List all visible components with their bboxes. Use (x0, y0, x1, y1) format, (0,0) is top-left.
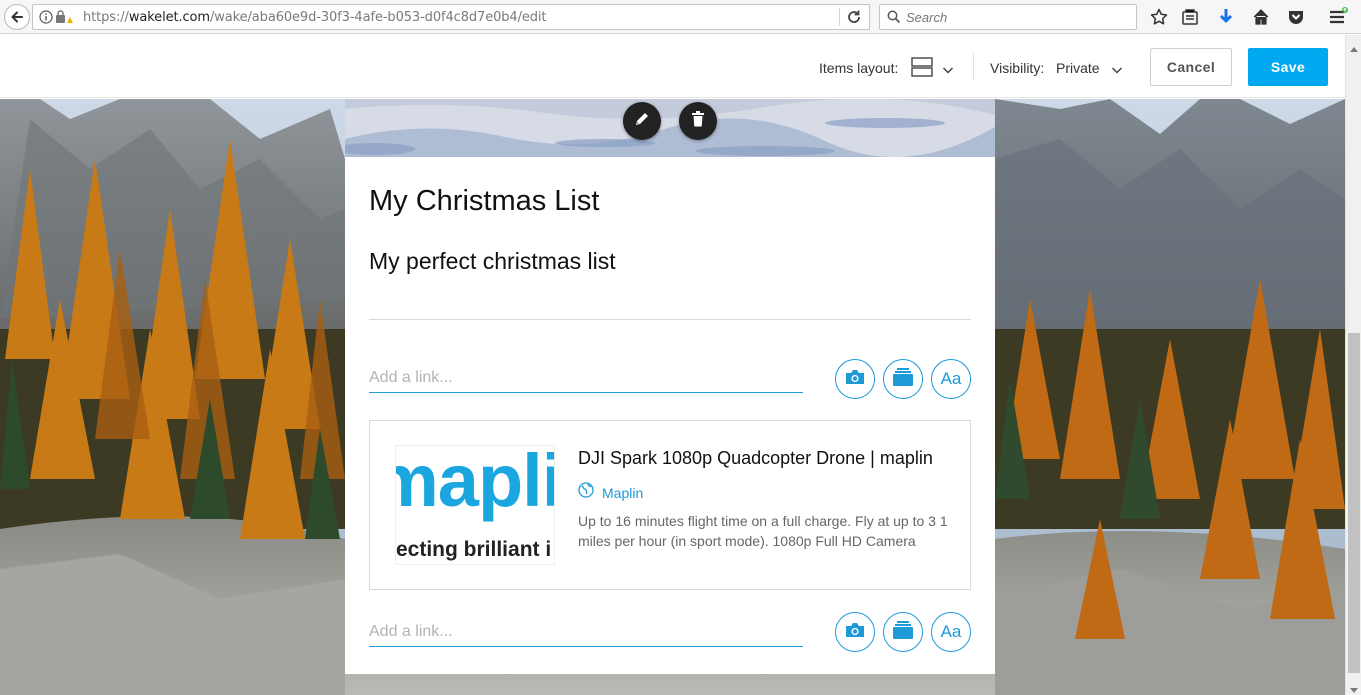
globe-icon (578, 482, 594, 503)
add-text-button[interactable]: Aa (931, 359, 971, 399)
url-bar[interactable]: https://wakelet.com/wake/aba60e9d-30f3-4… (32, 4, 870, 30)
wake-cover-image (345, 99, 995, 157)
item-description: Up to 16 minutes flight time on a full c… (578, 513, 948, 549)
reading-list-icon[interactable] (1180, 7, 1200, 27)
item-source[interactable]: Maplin (578, 482, 643, 503)
stack-icon (893, 620, 913, 644)
camera-icon (845, 622, 865, 643)
wake-card: My Christmas List My perfect christmas l… (345, 157, 995, 674)
reload-icon[interactable] (846, 9, 862, 30)
url-domain: wakelet.com (128, 10, 210, 25)
add-collection-button[interactable] (883, 612, 923, 652)
add-image-button[interactable] (835, 612, 875, 652)
add-link-input[interactable] (369, 617, 803, 647)
url-divider (839, 8, 840, 26)
visibility-dropdown[interactable]: Private (1056, 60, 1100, 76)
thumbnail-logo-text: mapli (396, 445, 555, 522)
chevron-down-icon[interactable] (942, 62, 954, 80)
app-header: Items layout: Visibility: Private Cancel… (0, 35, 1345, 98)
pocket-icon[interactable] (1286, 7, 1306, 27)
pencil-icon (634, 111, 650, 132)
insecure-lock-icon[interactable] (55, 10, 73, 29)
stack-icon (893, 367, 913, 391)
download-icon[interactable] (1216, 7, 1236, 27)
page-scrollbar[interactable] (1345, 35, 1361, 695)
header-divider (973, 53, 974, 81)
wake-title[interactable]: My Christmas List (369, 185, 599, 218)
scroll-up-icon[interactable] (1350, 39, 1358, 57)
url-text: https://wakelet.com/wake/aba60e9d-30f3-4… (83, 10, 547, 25)
title-divider (369, 319, 971, 320)
back-button[interactable] (4, 4, 30, 30)
list-layout-icon[interactable] (911, 57, 933, 82)
item-source-name: Maplin (602, 484, 644, 501)
trash-icon (691, 110, 705, 132)
add-collection-button[interactable] (883, 359, 923, 399)
item-title[interactable]: DJI Spark 1080p Quadcopter Drone | mapli… (578, 448, 933, 469)
cancel-button[interactable]: Cancel (1150, 48, 1232, 86)
thumbnail-tagline: ecting brilliant i (396, 538, 552, 561)
chevron-down-icon[interactable] (1111, 62, 1123, 80)
search-bar[interactable]: Search (879, 4, 1137, 30)
add-text-label: Aa (940, 369, 962, 388)
save-button[interactable]: Save (1248, 48, 1328, 86)
search-icon (887, 10, 901, 29)
items-layout-label: Items layout: (819, 60, 899, 76)
add-text-label: Aa (940, 622, 962, 641)
wake-description[interactable]: My perfect christmas list (369, 248, 616, 275)
edit-cover-button[interactable] (623, 102, 661, 140)
search-placeholder: Search (906, 10, 948, 25)
visibility-label: Visibility: (990, 60, 1045, 76)
camera-icon (845, 369, 865, 390)
browser-toolbar: https://wakelet.com/wake/aba60e9d-30f3-4… (0, 0, 1361, 34)
scrollbar-thumb[interactable] (1348, 333, 1360, 673)
url-prefix: https:// (83, 10, 129, 25)
add-link-input[interactable] (369, 363, 803, 393)
add-text-button[interactable]: Aa (931, 612, 971, 652)
menu-icon[interactable] (1328, 7, 1348, 27)
item-thumbnail: mapli ecting brilliant i (395, 445, 555, 565)
info-icon[interactable] (39, 10, 53, 29)
wake-item-card[interactable]: mapli ecting brilliant i DJI Spark 1080p… (369, 420, 971, 590)
url-path: /wake/aba60e9d-30f3-4afe-b053-d0f4c8d7e0… (209, 10, 547, 25)
delete-cover-button[interactable] (679, 102, 717, 140)
home-icon[interactable] (1251, 7, 1271, 27)
add-image-button[interactable] (835, 359, 875, 399)
scroll-down-icon[interactable] (1350, 681, 1358, 695)
bookmark-star-icon[interactable] (1149, 7, 1169, 27)
